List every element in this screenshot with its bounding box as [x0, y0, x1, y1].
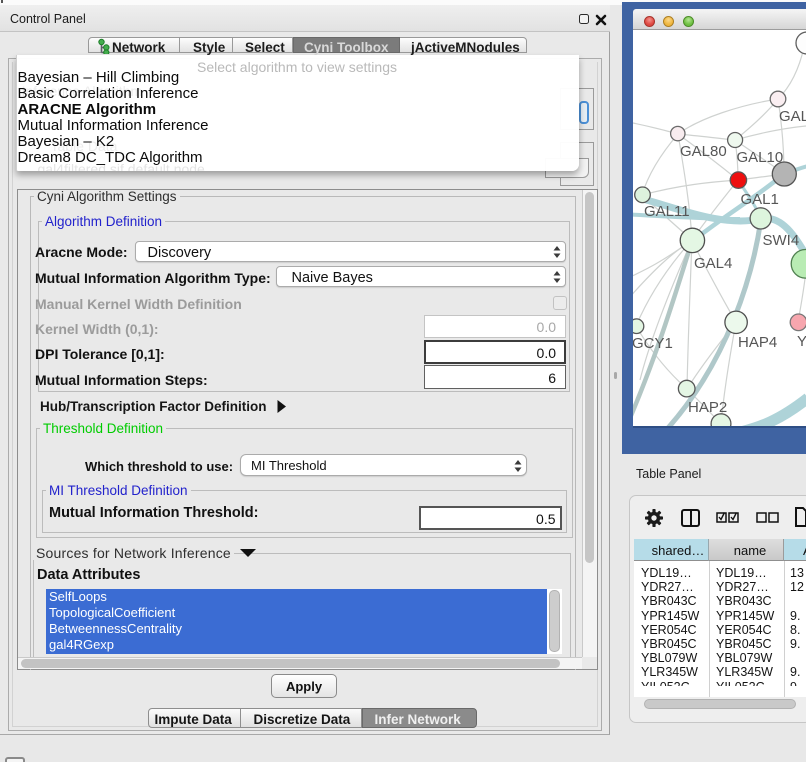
svg-text:GAL4: GAL4: [694, 255, 732, 272]
svg-text:HAP2: HAP2: [688, 399, 727, 416]
svg-text:GAL10: GAL10: [737, 149, 784, 166]
svg-text:SWI4: SWI4: [763, 232, 800, 249]
svg-text:GAL1: GAL1: [741, 191, 779, 208]
svg-text:YB: YB: [797, 333, 806, 350]
svg-text:HAP4: HAP4: [738, 334, 777, 351]
svg-text:GCY1: GCY1: [633, 335, 673, 352]
svg-text:GAL11: GAL11: [644, 203, 690, 220]
svg-text:GAL80: GAL80: [680, 143, 727, 160]
svg-text:GAL2: GAL2: [779, 108, 806, 125]
